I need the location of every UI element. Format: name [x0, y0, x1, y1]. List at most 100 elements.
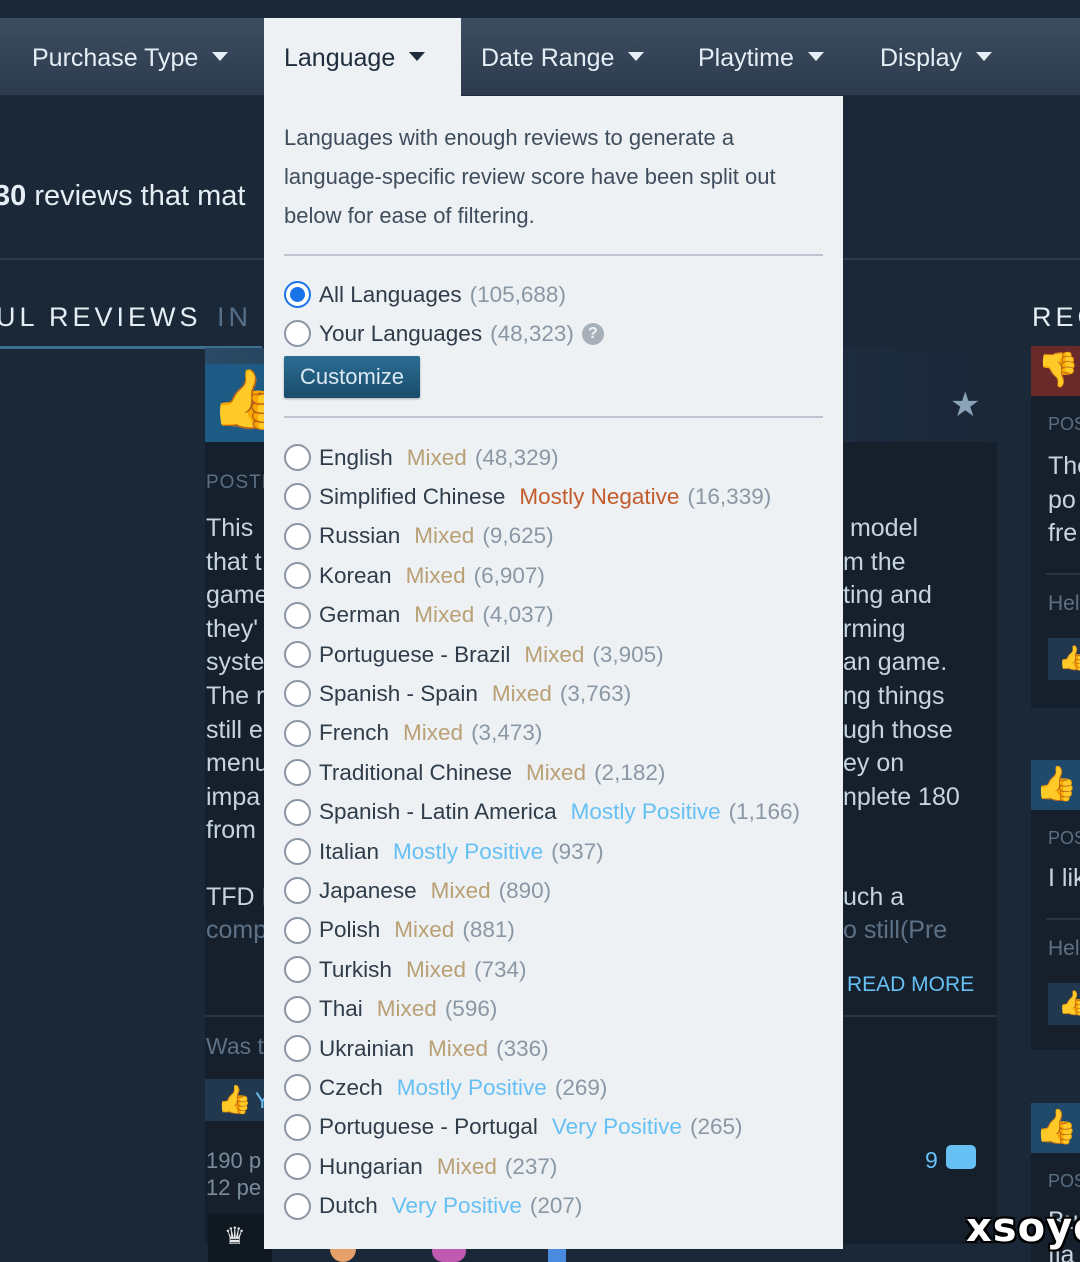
vote-yes-button[interactable]: 👍 Y	[205, 1079, 270, 1121]
review-count: (336)	[496, 1035, 549, 1061]
language-option[interactable]: Dutch Very Positive (207)	[284, 1187, 582, 1226]
radio-button[interactable]	[284, 956, 311, 984]
review-text: I lik	[1048, 864, 1080, 892]
review-score: Mixed	[414, 602, 475, 628]
language-label: Czech	[319, 1074, 383, 1100]
customize-button[interactable]: Customize	[284, 356, 420, 398]
review-count: (265)	[689, 1114, 743, 1140]
review-text-faded-line: o still(Pre	[843, 916, 948, 944]
radio-button[interactable]	[284, 320, 311, 347]
language-option[interactable]: Spanish - Latin America Mostly Positive (1…	[284, 793, 800, 832]
purchase-type-filter-tab[interactable]: Purchase Type	[32, 18, 229, 97]
radio-button[interactable]	[284, 562, 311, 590]
award-icon: ♛	[224, 1223, 246, 1250]
review-score: Mixed	[428, 1035, 489, 1061]
language-label: French	[319, 720, 390, 746]
language-option[interactable]: Czech Mostly Positive (269)	[284, 1068, 607, 1107]
read-more-link[interactable]: READ MORE	[847, 973, 974, 997]
radio-button[interactable]	[284, 601, 311, 629]
radio-button[interactable]	[284, 838, 311, 865]
radio-button[interactable]	[284, 680, 311, 708]
review-count: (48,329)	[474, 444, 559, 470]
thumbs-down-icon: 👎	[1037, 351, 1080, 389]
radio-button[interactable]	[284, 1035, 311, 1062]
language-option[interactable]: Italian Mostly Positive (937)	[284, 832, 604, 871]
language-option[interactable]: Traditional Chinese Mixed (2,182)	[284, 753, 665, 792]
radio-button[interactable]	[284, 1153, 311, 1181]
thumbs-up-icon: 👍	[1035, 1108, 1078, 1146]
language-option[interactable]: Japanese Mixed (890)	[284, 871, 551, 910]
review-text-line: TFD I	[206, 883, 269, 911]
playtime-filter-tab[interactable]: Playtime	[698, 18, 824, 97]
radio-button[interactable]	[284, 281, 311, 308]
language-option[interactable]: Simplified Chinese Mostly Negative (16,339…	[284, 477, 771, 516]
language-option[interactable]: English Mixed (48,329)	[284, 438, 559, 477]
review-score: Mixed	[526, 759, 587, 785]
your-languages-option[interactable]: Your Languages (48,323) ?	[284, 314, 604, 353]
review-text-right-2: uch a o still(Pre	[843, 881, 947, 947]
comment-icon[interactable]	[946, 1145, 976, 1169]
date-range-filter-tab[interactable]: Date Range	[481, 18, 645, 97]
vote-yes-button[interactable]: 👍	[1048, 983, 1080, 1025]
radio-button[interactable]	[284, 798, 311, 826]
review-score: Mixed	[524, 641, 585, 667]
radio-button[interactable]	[284, 1074, 311, 1102]
language-option[interactable]: Portuguese - Brazil Mixed (3,905)	[284, 635, 664, 674]
display-filter-tab[interactable]: Display	[880, 18, 992, 97]
radio-button[interactable]	[284, 641, 311, 668]
review-count: (734)	[473, 956, 527, 982]
radio-button[interactable]	[284, 1113, 311, 1141]
language-option[interactable]: Korean Mixed (6,907)	[284, 556, 545, 595]
star-icon[interactable]: ★	[950, 385, 980, 425]
chevron-down-icon	[807, 51, 824, 61]
language-option[interactable]: Russian Mixed (9,625)	[284, 517, 554, 556]
radio-button[interactable]	[284, 877, 311, 905]
radio-button[interactable]	[284, 719, 311, 747]
review-score: Mixed	[403, 720, 464, 746]
radio-button[interactable]	[284, 916, 311, 944]
posted-date: POS	[1048, 1171, 1080, 1191]
review-count: (4,037)	[482, 602, 554, 628]
vote-yes-button[interactable]: 👍	[1048, 638, 1080, 680]
radio-button[interactable]	[284, 444, 311, 471]
language-option[interactable]: Spanish - Spain Mixed (3,763)	[284, 674, 631, 713]
language-option[interactable]: French Mixed (3,473)	[284, 714, 542, 753]
in-heading: IN	[217, 302, 252, 332]
posted-date: POS	[1048, 828, 1080, 848]
all-languages-option[interactable]: All Languages (105,688)	[284, 275, 566, 314]
language-label: Traditional Chinese	[319, 759, 513, 785]
language-label: Spanish - Spain	[319, 680, 478, 706]
panel-divider	[284, 254, 823, 256]
was-helpful-question: Hel	[1048, 937, 1080, 960]
review-count: (105,688)	[469, 281, 566, 307]
was-helpful-question: Hel	[1048, 592, 1080, 615]
language-option[interactable]: Portuguese - Portugal Very Positive (265)	[284, 1108, 742, 1147]
award-badge[interactable]: ♛	[208, 1214, 272, 1262]
language-option[interactable]: Hungarian Mixed (237)	[284, 1147, 557, 1186]
review-text-left-2: TFD I comp	[206, 881, 269, 947]
review-count: (3,763)	[559, 680, 632, 706]
recommended-badge: 👍	[1031, 760, 1080, 810]
radio-button[interactable]	[284, 759, 311, 787]
language-option[interactable]: German Mixed (4,037)	[284, 596, 554, 635]
not-recommended-badge: 👎	[1031, 346, 1080, 396]
review-count: (207)	[529, 1193, 583, 1219]
review-text-line: uch a	[843, 883, 905, 911]
language-option[interactable]: Polish Mixed (881)	[284, 911, 515, 950]
radio-button[interactable]	[284, 995, 311, 1023]
help-icon[interactable]: ?	[581, 322, 604, 345]
comment-count[interactable]: 9	[925, 1147, 938, 1174]
language-filter-tab[interactable]: Language	[264, 18, 461, 97]
review-score: Mixed	[394, 917, 455, 943]
radio-button[interactable]	[284, 1192, 311, 1220]
review-count: (3,473)	[471, 720, 543, 746]
thumbs-up-icon: 👍	[1058, 645, 1080, 672]
radio-button[interactable]	[284, 522, 311, 550]
language-option[interactable]: Turkish Mixed (734)	[284, 950, 527, 989]
language-option[interactable]: Thai Mixed (596)	[284, 990, 497, 1029]
thumbs-up-icon: 👍	[1058, 990, 1080, 1017]
review-separator	[1046, 918, 1080, 920]
radio-button[interactable]	[284, 483, 311, 511]
display-label: Display	[880, 44, 962, 72]
language-option[interactable]: Ukrainian Mixed (336)	[284, 1029, 549, 1068]
